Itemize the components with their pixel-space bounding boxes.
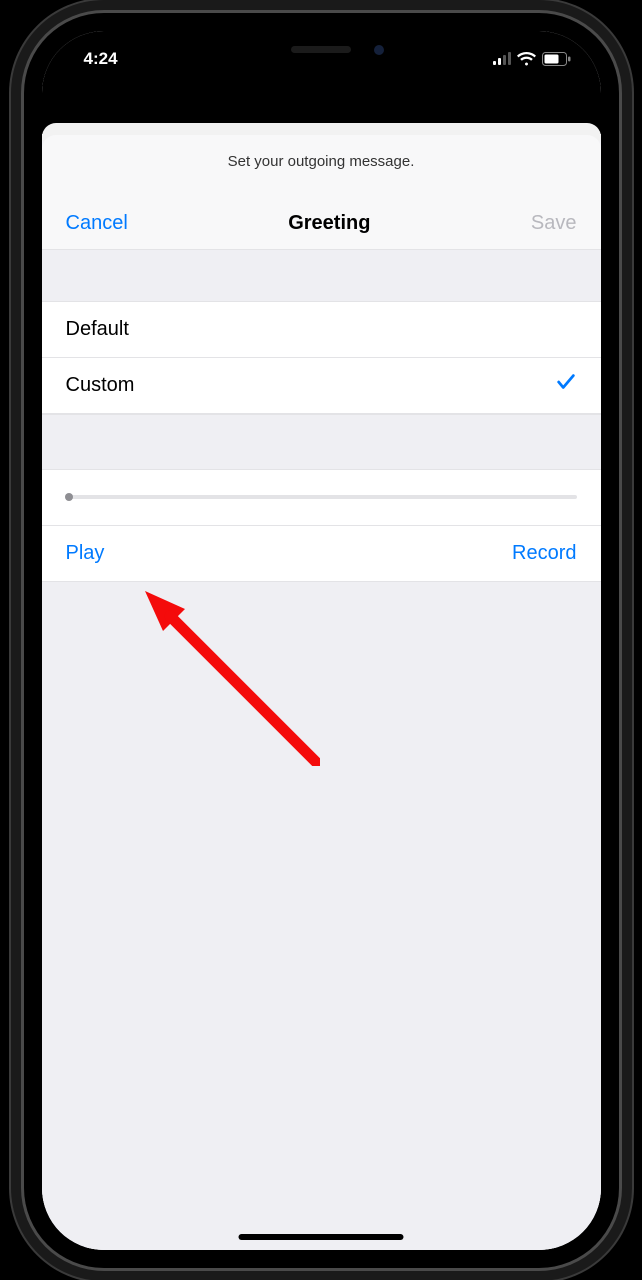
battery-icon <box>542 52 571 66</box>
greeting-sheet: Set your outgoing message. Cancel Greeti… <box>42 135 601 1250</box>
greeting-options: Default Custom <box>42 302 601 414</box>
option-label: Custom <box>66 374 135 397</box>
empty-area <box>42 582 601 1250</box>
phone-bezel: 4:24 Set your o <box>24 13 619 1268</box>
option-label: Default <box>66 318 129 341</box>
section-gap <box>42 414 601 470</box>
notch <box>186 31 456 69</box>
playback-scrubber[interactable] <box>42 470 601 526</box>
device-frame: 4:24 Set your o <box>0 0 642 1280</box>
screen: 4:24 Set your o <box>42 31 601 1250</box>
front-camera <box>374 45 384 55</box>
scrubber-thumb[interactable] <box>65 493 73 501</box>
save-button: Save <box>531 212 577 235</box>
sheet-title: Greeting <box>288 212 370 235</box>
status-icons <box>493 44 571 66</box>
section-gap <box>42 250 601 302</box>
option-default[interactable]: Default <box>42 302 601 358</box>
wifi-icon <box>517 52 536 66</box>
cancel-button[interactable]: Cancel <box>66 212 128 235</box>
scrubber-track <box>66 495 577 499</box>
play-button[interactable]: Play <box>66 542 105 565</box>
checkmark-icon <box>555 371 577 399</box>
earpiece-speaker <box>291 46 351 53</box>
sheet-subtitle: Set your outgoing message. <box>66 153 577 170</box>
record-button[interactable]: Record <box>512 542 576 565</box>
cellular-icon <box>493 52 511 65</box>
option-custom[interactable]: Custom <box>42 358 601 414</box>
home-indicator[interactable] <box>239 1234 404 1240</box>
status-time: 4:24 <box>78 41 118 69</box>
playback-actions: Play Record <box>42 526 601 582</box>
sheet-header: Set your outgoing message. Cancel Greeti… <box>42 135 601 250</box>
